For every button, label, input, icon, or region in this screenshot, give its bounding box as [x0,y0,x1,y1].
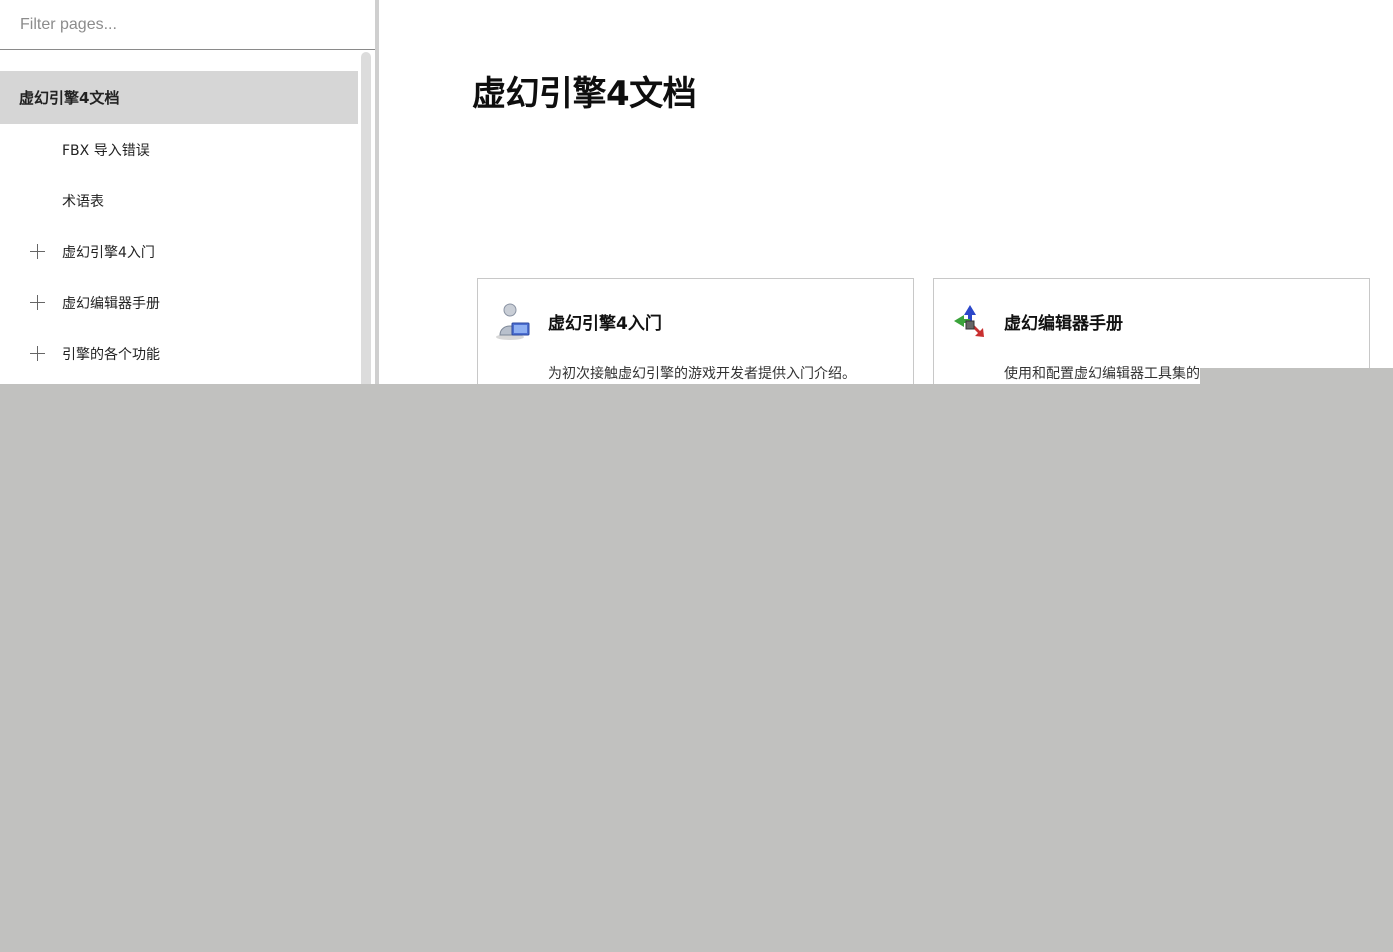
sidebar-item-editor-manual[interactable]: 虚幻编辑器手册 [0,277,358,328]
card-getting-started[interactable]: 虚幻引擎4入门 为初次接触虚幻引擎的游戏开发者提供入门介绍。 [477,278,914,384]
page-title: 虚幻引擎4文档 [472,74,697,114]
sidebar: 虚幻引擎4文档 FBX 导入错误 术语表 虚幻引擎4入门 虚幻编辑器手册 引擎的… [0,0,375,384]
expand-plus-icon[interactable] [30,346,45,361]
card-title: 虚幻编辑器手册 [1004,314,1123,334]
browser-viewport: 虚幻引擎4文档 FBX 导入错误 术语表 虚幻引擎4入门 虚幻编辑器手册 引擎的… [0,0,1393,384]
sidebar-resize-divider[interactable] [375,0,379,384]
sidebar-item-engine-features[interactable]: 引擎的各个功能 [0,328,358,379]
user-computer-icon [496,303,530,340]
card-description: 使用和配置虚幻编辑器工具集的 [1004,366,1200,382]
sidebar-item-getting-started[interactable]: 虚幻引擎4入门 [0,226,358,277]
sidebar-item-label: FBX 导入错误 [62,142,150,159]
filter-pages-input[interactable] [0,0,375,50]
card-description: 为初次接触虚幻引擎的游戏开发者提供入门介绍。 [548,366,856,382]
sidebar-nav: 虚幻引擎4文档 FBX 导入错误 术语表 虚幻引擎4入门 虚幻编辑器手册 引擎的… [0,71,358,379]
sidebar-item-label: 虚幻编辑器手册 [62,295,160,312]
sidebar-item-label: 引擎的各个功能 [62,346,160,363]
transform-gizmo-icon [954,305,984,337]
card-title: 虚幻引擎4入门 [548,314,662,334]
sidebar-item-glossary[interactable]: 术语表 [0,175,358,226]
sidebar-item-ue4-docs[interactable]: 虚幻引擎4文档 [0,71,358,124]
sidebar-item-label: 虚幻引擎4文档 [19,89,120,107]
sidebar-item-fbx-import-errors[interactable]: FBX 导入错误 [0,124,358,175]
sidebar-item-label: 虚幻引擎4入门 [62,244,155,261]
sidebar-item-label: 术语表 [62,193,104,210]
expand-plus-icon[interactable] [30,295,45,310]
gray-overlay-block [1200,368,1393,384]
sidebar-scrollbar[interactable] [361,52,371,384]
expand-plus-icon[interactable] [30,244,45,259]
blank-gray-area [0,384,1393,952]
